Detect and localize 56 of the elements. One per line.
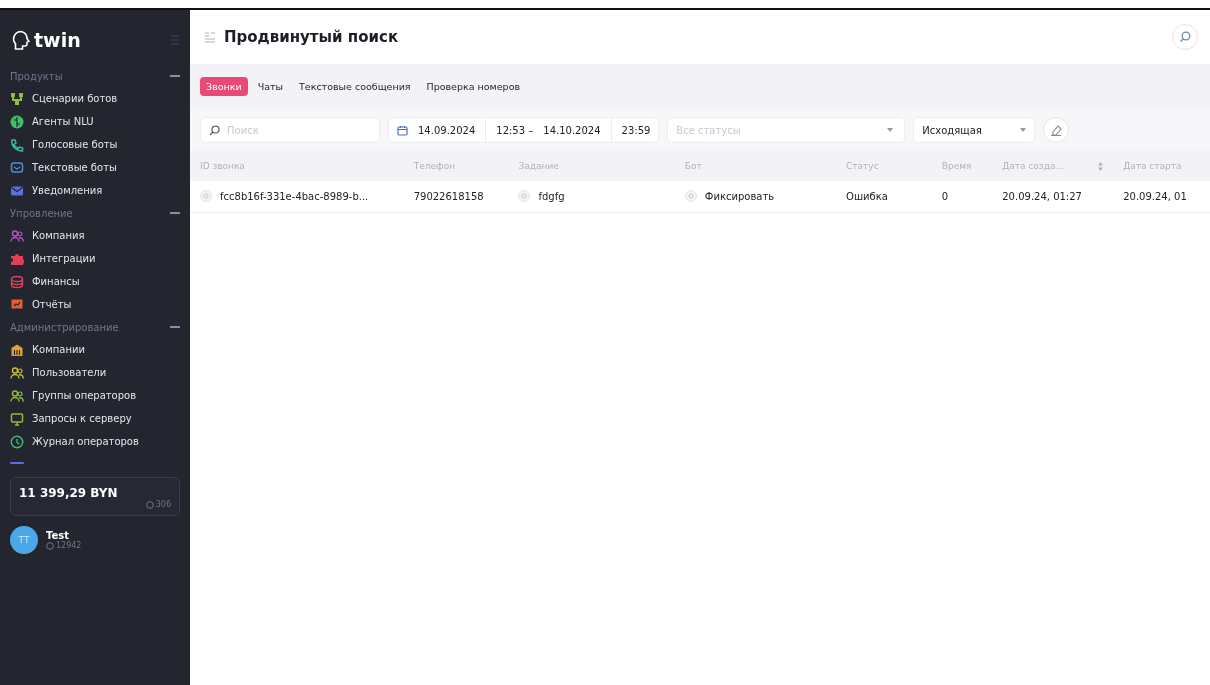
table-cell: 0 [931,181,993,212]
tab[interactable]: Чаты [251,77,289,96]
date-range-field[interactable]: 14.09.2024 12:53 – 14.10.2024 23:59 [388,117,660,143]
caret-icon [1020,128,1027,132]
caret-icon [887,128,894,132]
search-icon [1179,30,1191,43]
section-title: Администрирование [10,321,119,333]
search-button[interactable] [1172,23,1198,50]
table-cell: Ошибка [836,181,932,212]
table-cell: 20.09.24, 01 [1113,181,1210,212]
tab[interactable]: Проверка номеров [420,77,527,96]
nav-item[interactable]: Запросы к серверу [10,407,180,430]
search-icon [209,125,220,136]
eraser-icon [1050,124,1063,136]
table-cell: fdgfg [538,190,565,202]
column-header: Статус [836,151,932,181]
column-header: Время [931,151,993,181]
column-header: ID звонка [190,151,404,181]
table-cell: Фиксировать [704,190,775,202]
nav-item[interactable]: Журнал операторов [10,430,180,453]
scroll-thumb-icon [10,461,24,465]
tab[interactable]: Текстовые сообщения [293,77,417,96]
head-logo-icon [12,30,30,50]
tab[interactable]: Звонки [200,77,248,96]
nav-item[interactable]: Уведомления [10,179,180,202]
section-title: Продукты [10,70,63,82]
nav-item[interactable]: Сценарии ботов [10,87,180,110]
direction-select[interactable]: Исходящая [913,117,1036,143]
column-header: Телефон [403,151,509,181]
table-cell: 79022618158 [403,181,509,212]
table-cell: fcc8b16f-331e-4bac-8989-b... [220,190,369,202]
column-header: Бот [674,151,837,181]
user-id: 12942 [56,541,82,550]
clear-button[interactable] [1043,117,1070,143]
page-title: Продвинутый поиск [224,27,400,46]
nav-item[interactable]: Финансы [10,270,180,293]
column-header: Задание [508,151,675,181]
user-name: Test [46,530,70,541]
nav-item[interactable]: Голосовые боты [10,133,180,156]
nav-item[interactable]: Компании [10,338,180,361]
balance-amount: 11 399,29 BYN [19,486,119,500]
coin-icon [145,500,154,509]
nav-item[interactable]: Пользователи [10,361,180,384]
section-title: Упровление [10,207,73,219]
coin-count: 306 [155,500,171,509]
table-cell: 20.09.24, 01:27 [992,181,1114,212]
nav-item[interactable]: Текстовые боты [10,156,180,179]
nav-item[interactable]: Интеграции [10,247,180,270]
nav-item[interactable]: Компания [10,224,180,247]
nav-item[interactable]: Отчёты [10,293,180,316]
calendar-icon [397,124,408,136]
logo-text: twin [34,29,81,51]
nav-item[interactable]: Группы операторов [10,384,180,407]
column-header: Дата старта [1113,151,1210,181]
list-icon [204,30,216,43]
nav-item[interactable]: Агенты NLU [10,110,180,133]
